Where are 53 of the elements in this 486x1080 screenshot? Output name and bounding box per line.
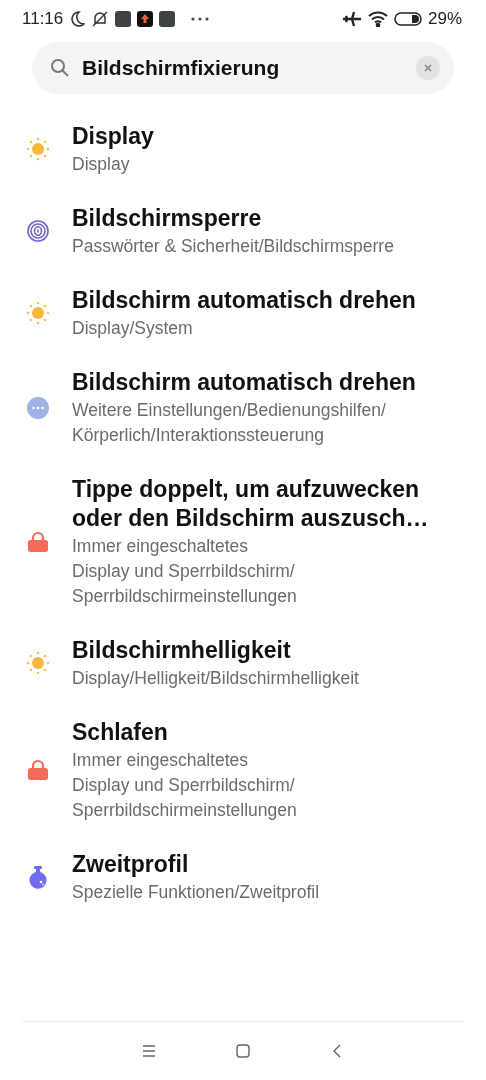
result-path: Display <box>72 153 131 176</box>
fingerprint-icon <box>26 219 50 243</box>
search-result[interactable]: Display Display <box>0 108 486 190</box>
clock-time: 11:16 <box>22 9 64 29</box>
result-path: Immer eingeschaltetes <box>72 749 250 772</box>
result-title: Bildschirmhelligkeit <box>72 636 292 665</box>
search-result[interactable]: Bildschirm automatisch drehen Display/System <box>0 272 486 354</box>
muted-bell-icon <box>91 10 110 28</box>
more-icon <box>191 17 210 21</box>
search-result[interactable]: Bildschirmsperre Passwörter & Sicherheit/Bildschirmsperre <box>0 190 486 272</box>
result-path: Display/System <box>72 317 194 340</box>
search-input[interactable]: Bildschirmfixierung <box>82 56 404 80</box>
more-icon <box>26 395 50 420</box>
result-path: Körperlich/Interaktionssteuerung <box>72 424 325 447</box>
result-title: Bildschirmsperre <box>72 204 263 233</box>
home-icon[interactable] <box>234 1042 252 1060</box>
sun-icon <box>26 137 50 161</box>
result-path: Display und Sperrbildschirm/ <box>72 774 296 797</box>
result-title: Bildschirm automatisch drehen <box>72 368 416 397</box>
result-path: Sperrbildschirmeinstellungen <box>72 799 297 822</box>
battery-icon <box>393 12 422 26</box>
result-title: Display <box>72 122 154 151</box>
app-icon <box>115 11 132 27</box>
search-field[interactable]: Bildschirmfixierung <box>32 42 454 94</box>
moon-icon <box>69 10 86 28</box>
search-result[interactable]: Tippe doppelt, um aufzuwecken oder den Bildschirm auszusch… Immer eingeschaltetes Display und Sperrbildschirm/ Sperrbildschirmeinstellungen <box>0 461 486 622</box>
sun-icon <box>26 301 50 325</box>
result-title: Schlafen <box>72 718 169 747</box>
search-icon <box>50 58 70 78</box>
menu-icon[interactable] <box>140 1042 158 1060</box>
result-title: Tippe doppelt, um aufzuwecken oder den Bildschirm auszusch… <box>72 475 430 533</box>
result-path: Sperrbildschirmeinstellungen <box>72 585 298 608</box>
app-icon <box>159 11 176 27</box>
search-result[interactable]: Bildschirmhelligkeit Display/Helligkeit/Bildschirmhelligkeit <box>0 622 486 704</box>
close-icon <box>423 63 433 73</box>
result-path: Display und Sperrbildschirm/ <box>72 560 296 583</box>
result-path: Spezielle Funktionen/Zweitprofil <box>72 881 320 904</box>
lock-icon <box>26 529 50 554</box>
battery-percentage: 29% <box>427 9 462 29</box>
app-icon <box>137 11 154 27</box>
result-title: Bildschirm automatisch drehen <box>72 286 416 315</box>
wifi-icon <box>367 11 388 27</box>
airplane-icon <box>341 10 362 28</box>
result-path: Immer eingeschaltetes <box>72 535 250 558</box>
search-result[interactable]: Zweitprofil Spezielle Funktionen/Zweitprofil <box>0 836 486 918</box>
result-path: Passwörter & Sicherheit/Bildschirmsperre <box>72 235 394 258</box>
result-path: Display/Helligkeit/Bildschirmhelligkeit <box>72 667 359 690</box>
search-result[interactable]: Schlafen Immer eingeschaltetes Display und Sperrbildschirm/ Sperrbildschirmeinstellungen <box>0 704 486 836</box>
sun-icon <box>26 651 50 675</box>
lock-icon <box>26 758 50 782</box>
result-path: Weitere Einstellungen/Bedienungshilfen/ <box>72 399 387 422</box>
result-title: Zweitprofil <box>72 850 190 879</box>
search-result[interactable]: Bildschirm automatisch drehen Weitere Einstellungen/Bedienungshilfen/ Körperlich/Interaktionssteuerung <box>0 354 486 461</box>
